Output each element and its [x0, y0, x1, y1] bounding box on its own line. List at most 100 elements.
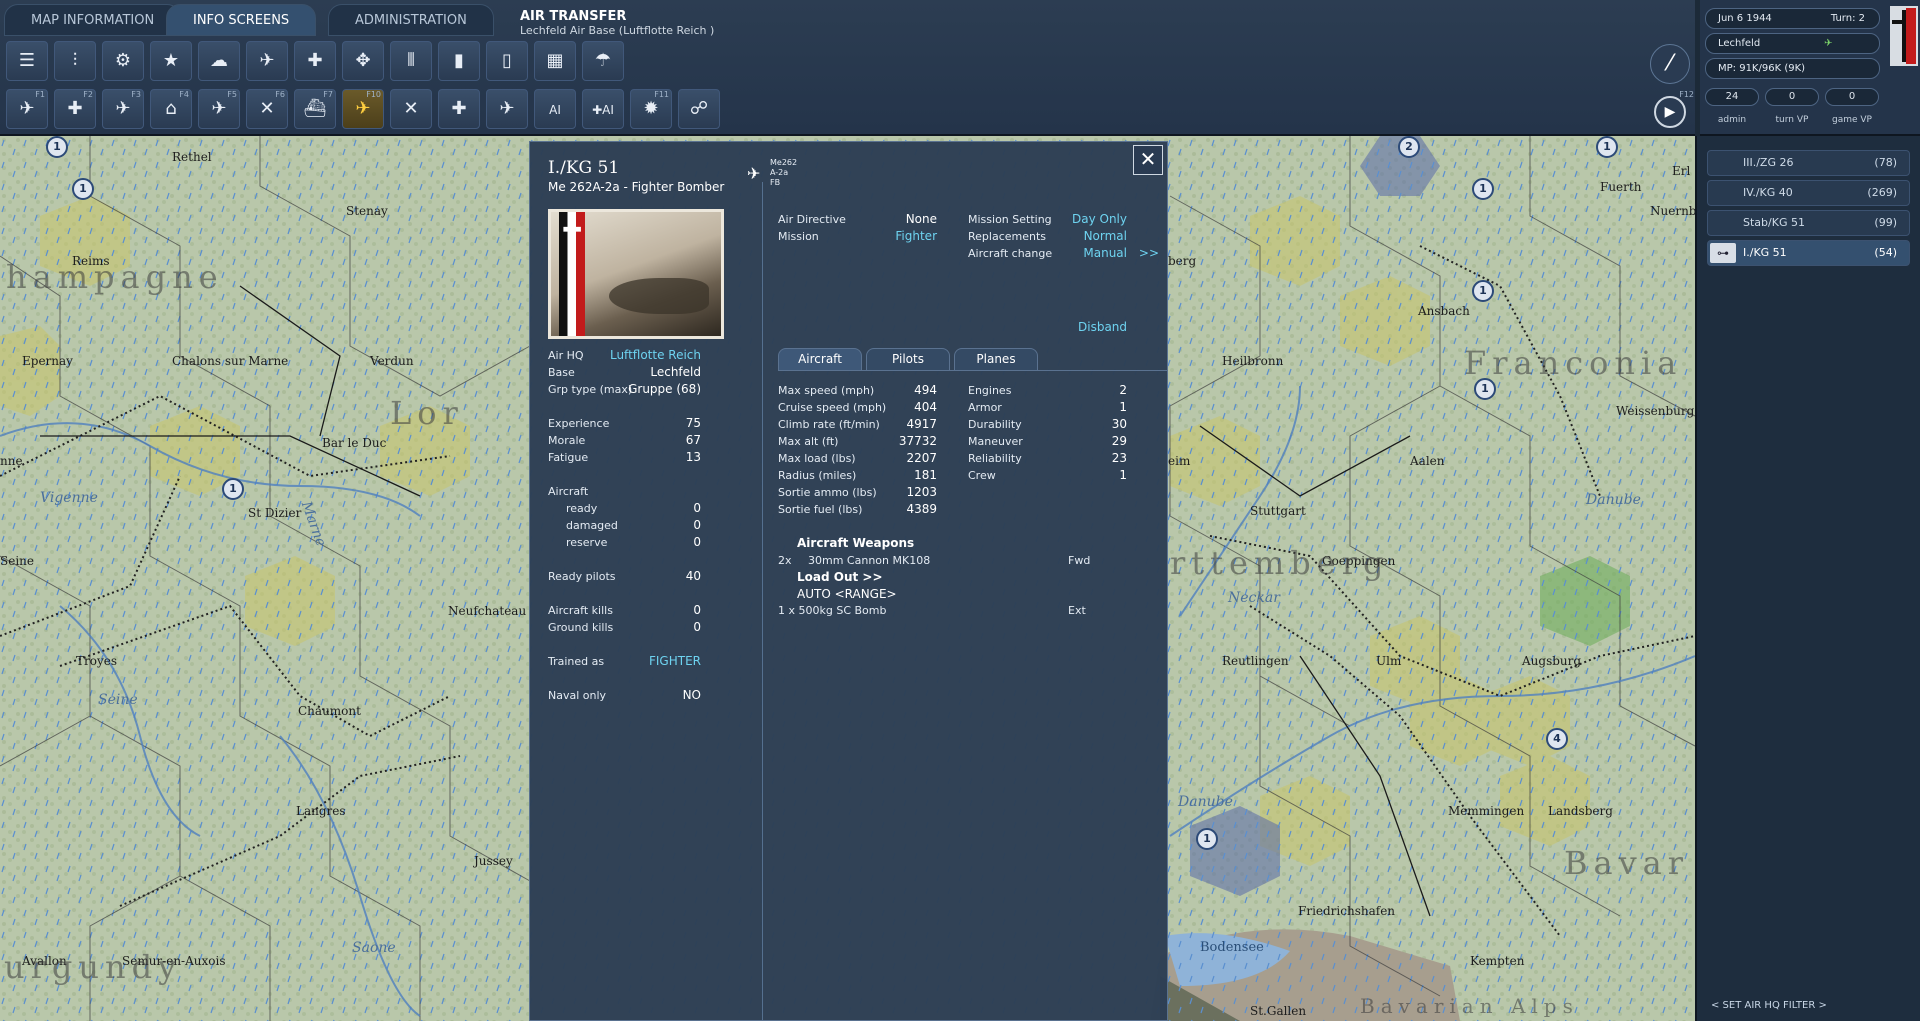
air-transport-button[interactable]: ✚ F2	[54, 89, 96, 129]
sliders-button[interactable]: ⫶	[54, 41, 96, 81]
close-button[interactable]: ✕	[1133, 145, 1163, 175]
air-unit-counter[interactable]: 1	[222, 478, 244, 500]
air-unit-counter[interactable]: 2	[1398, 136, 1420, 158]
tab-pilots[interactable]: Pilots	[866, 348, 950, 370]
replacements-label: Replacements	[968, 230, 1047, 243]
stat-label: Sortie ammo (lbs)	[778, 486, 877, 499]
factory-bomb-icon: ⌂	[165, 98, 177, 119]
stat-value: 30	[1111, 417, 1127, 431]
star-button[interactable]: ★	[150, 41, 192, 81]
air-group-button[interactable]: ✚	[294, 41, 336, 81]
end-turn-button[interactable]: ▶ F12	[1654, 90, 1694, 128]
list-item[interactable]: Stab/KG 51 (99)	[1707, 210, 1910, 236]
escort-button[interactable]: ✈	[486, 89, 528, 129]
date-turn-pill: Jun 6 1944 Turn: 2	[1705, 8, 1880, 29]
map-city: Epernay	[22, 354, 73, 368]
air-transfer-button[interactable]: ✈ F10	[342, 89, 384, 129]
load-out-facing: Ext	[1068, 604, 1086, 617]
airfield-bomb-icon: ✈	[211, 98, 227, 119]
rail-button[interactable]: ☍	[678, 89, 720, 129]
air-hq-value[interactable]: Luftflotte Reich	[610, 348, 701, 362]
morale-label: Morale	[548, 434, 586, 447]
air-unit-counter[interactable]: 4	[1546, 728, 1568, 750]
stat-value: 29	[1111, 434, 1127, 448]
stat-label: Max alt (ft)	[778, 435, 839, 448]
air-directive-value[interactable]: None	[906, 212, 937, 226]
interdiction-button[interactable]: ✕ F6	[246, 89, 288, 129]
aircraft-icon: ✈	[747, 164, 761, 183]
list-item[interactable]: III./ZG 26 (78)	[1707, 150, 1910, 176]
air-unit-counter[interactable]: 1	[72, 178, 94, 200]
mission-label: Mission	[778, 230, 819, 243]
ai-button[interactable]: AI	[534, 89, 576, 129]
tab-administration[interactable]: ADMINISTRATION	[328, 4, 494, 36]
airfield-bomb-button[interactable]: ✈ F5	[198, 89, 240, 129]
disband-button[interactable]: Disband	[1078, 320, 1127, 334]
stat-value: 2207	[906, 451, 937, 465]
top-toolbar: MAP INFORMATION INFO SCREENS ADMINISTRAT…	[0, 0, 1695, 136]
tab-map-information[interactable]: MAP INFORMATION	[4, 4, 182, 36]
aircraft-change-value[interactable]: Manual	[1083, 246, 1127, 260]
stat-value: 4389	[906, 502, 937, 516]
trained-as-value[interactable]: FIGHTER	[649, 654, 701, 668]
mission-setting-label: Mission Setting	[968, 213, 1052, 226]
ready-label: ready	[566, 502, 598, 515]
ammo-button[interactable]: ⫴	[390, 41, 432, 81]
list-item[interactable]: IV./KG 40 (269)	[1707, 180, 1910, 206]
escort-icon: ✈	[499, 98, 515, 119]
fuel-button[interactable]: ▮	[438, 41, 480, 81]
supply-button[interactable]: ▯	[486, 41, 528, 81]
load-out-button[interactable]: Load Out >>	[797, 570, 883, 584]
air-unit-counter[interactable]: 1	[1596, 136, 1618, 158]
map-city: berg	[1168, 254, 1197, 268]
aircraft-change-arrow-button[interactable]: >>	[1139, 246, 1159, 260]
set-air-hq-filter-link[interactable]: < SET AIR HQ FILTER >	[1711, 1000, 1827, 1011]
draw-pen-button[interactable]: ⁄	[1650, 44, 1690, 84]
tab-aircraft[interactable]: Aircraft	[778, 348, 862, 370]
naval-only-value[interactable]: NO	[683, 688, 701, 702]
air-recon-icon: ✈	[19, 98, 35, 119]
stat-label: Radius (miles)	[778, 469, 857, 482]
map-city: Augsburg	[1522, 654, 1582, 668]
map-city: Landsberg	[1548, 804, 1613, 818]
rail-icon: ☍	[689, 98, 709, 119]
tab-planes[interactable]: Planes	[954, 348, 1038, 370]
ground-support-button[interactable]: ✚	[438, 89, 480, 129]
air-unit-counter[interactable]: 1	[46, 136, 68, 158]
air-unit-counter[interactable]: 1	[1196, 828, 1218, 850]
air-hq-label: Air HQ	[548, 349, 584, 362]
layers-button[interactable]: ☰	[6, 41, 48, 81]
location-pill[interactable]: Lechfeld ✈	[1705, 33, 1880, 54]
factory-bomb-button[interactable]: ⌂ F4	[150, 89, 192, 129]
air-unit-counter[interactable]: 1	[1474, 378, 1496, 400]
gear-button[interactable]: ⚙	[102, 41, 144, 81]
chart-button[interactable]: ▦	[534, 41, 576, 81]
map-region: urgundy	[4, 948, 183, 986]
satellite-button[interactable]: ✥	[342, 41, 384, 81]
load-out-mode[interactable]: AUTO <RANGE>	[797, 587, 897, 601]
replacements-value[interactable]: Normal	[1084, 229, 1127, 243]
air-group-icon: ✚	[307, 50, 323, 71]
air-superiority-button[interactable]: ✕	[390, 89, 432, 129]
map-region: rttemberg	[1170, 544, 1390, 582]
naval-bomb-button[interactable]: ⛴ F7	[294, 89, 336, 129]
explosion-button[interactable]: ✹ F11	[630, 89, 672, 129]
ground-support-icon: ✚	[451, 98, 467, 119]
layers-icon: ☰	[18, 50, 36, 71]
bomb-button[interactable]: ✈ F3	[102, 89, 144, 129]
air-mission-button[interactable]: ✈	[246, 41, 288, 81]
ground-kills-value: 0	[693, 620, 701, 634]
air-recon-button[interactable]: ✈ F1	[6, 89, 48, 129]
star-icon: ★	[162, 50, 180, 71]
explosion-icon: ✹	[643, 98, 659, 119]
sliders-icon: ⫶	[72, 50, 78, 71]
list-item-selected[interactable]: ⊶ I./KG 51 (54)	[1707, 240, 1910, 266]
mission-setting-value[interactable]: Day Only	[1072, 212, 1127, 226]
aircraft-silhouette	[609, 278, 709, 314]
mission-value[interactable]: Fighter	[895, 229, 937, 243]
weather-button[interactable]: ☁	[198, 41, 240, 81]
parachute-button[interactable]: ☂	[582, 41, 624, 81]
tab-info-screens[interactable]: INFO SCREENS	[166, 4, 317, 36]
air-unit-counter[interactable]: 1	[1472, 280, 1494, 302]
ai-transfer-button[interactable]: ✚AI	[582, 89, 624, 129]
